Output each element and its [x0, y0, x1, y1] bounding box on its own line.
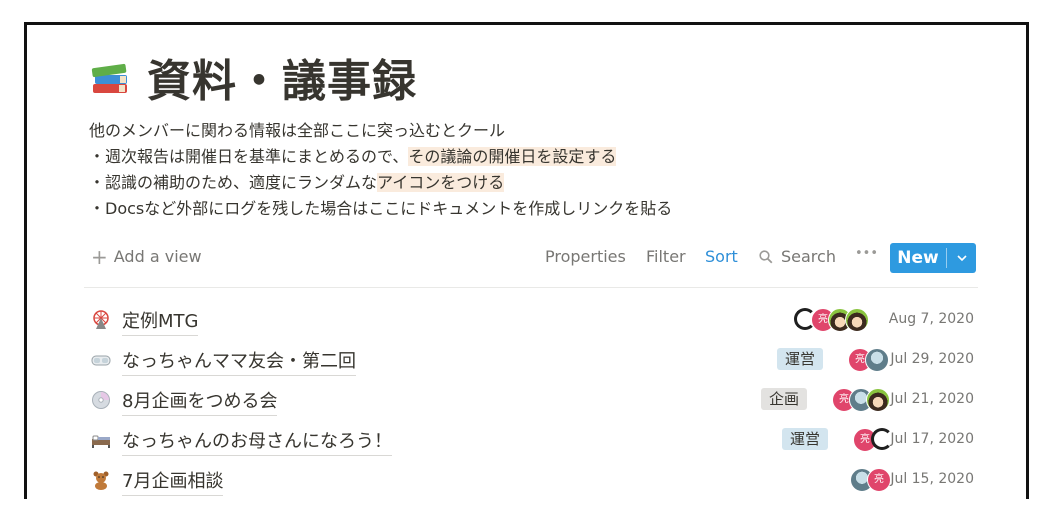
row-title[interactable]: 8月企画をつめる会 — [122, 387, 278, 416]
list-item[interactable]: 8月企画をつめる会 企画 亮 Jul 21, 2020 — [89, 382, 978, 416]
assignees: 亮 — [848, 348, 896, 372]
ferris-wheel-icon — [93, 310, 109, 329]
teddy-bear-icon — [93, 471, 109, 490]
search-icon — [759, 249, 773, 263]
list-item[interactable]: なっちゃんのお母さんになろう！ 運営 亮 Jul 17, 2020 — [89, 422, 978, 456]
more-options-button[interactable]: ••• — [855, 246, 878, 261]
status-badge: 企画 — [761, 388, 808, 410]
avatar — [866, 388, 890, 412]
new-button[interactable]: New — [890, 243, 976, 273]
filter-button[interactable]: Filter — [646, 247, 686, 266]
bed-icon — [92, 435, 110, 448]
status-badge: 運営 — [777, 348, 824, 370]
new-button-label[interactable]: New — [890, 243, 946, 273]
list-item[interactable]: なっちゃんママ友会・第二回 運営 亮 Jul 29, 2020 — [89, 342, 978, 376]
row-date: Aug 7, 2020 — [888, 311, 974, 327]
row-date: Jul 15, 2020 — [890, 471, 974, 487]
notion-page: 資料・議事録 他のメンバーに関わる情報は全部ここに突っ込むとクール ・週次報告は… — [24, 22, 1029, 499]
cd-icon — [92, 391, 110, 409]
list-item[interactable]: 定例MTG 亮 Aug 7, 2020 — [89, 302, 978, 336]
description-text: ・認識の補助のため、適度にランダムな — [89, 173, 378, 192]
description-text: 他のメンバーに関わる情報は全部ここに突っ込むとクール — [89, 121, 506, 140]
add-view-label: Add a view — [113, 247, 202, 266]
highlighted-text: その議論の開催日を設定する — [408, 147, 617, 166]
toolbar-divider — [84, 287, 978, 288]
row-date: Jul 17, 2020 — [890, 431, 974, 447]
avatar — [865, 348, 889, 372]
books-icon[interactable] — [89, 56, 131, 98]
assignees: 亮 — [794, 308, 874, 332]
add-view-button[interactable]: + Add a view — [91, 244, 202, 269]
description-line: ・週次報告は開催日を基準にまとめるので、その議論の開催日を設定する — [89, 144, 672, 170]
goggles-icon — [91, 355, 111, 366]
properties-button[interactable]: Properties — [545, 247, 626, 266]
avatar — [845, 308, 869, 332]
row-title[interactable]: 定例MTG — [122, 307, 199, 336]
description-line: ・Docsなど外部にログを残した場合はここにドキュメントを作成しリンクを貼る — [89, 196, 672, 222]
page-description: 他のメンバーに関わる情報は全部ここに突っ込むとクール ・週次報告は開催日を基準に… — [89, 118, 672, 222]
page-title[interactable]: 資料・議事録 — [147, 45, 417, 109]
row-title[interactable]: 7月企画相談 — [122, 467, 224, 496]
chevron-down-icon[interactable] — [947, 243, 976, 273]
avatar: 亮 — [867, 468, 891, 492]
row-date: Jul 21, 2020 — [890, 391, 974, 407]
assignees: 亮 — [832, 388, 896, 412]
sort-button[interactable]: Sort — [705, 247, 738, 266]
description-line: 他のメンバーに関わる情報は全部ここに突っ込むとクール — [89, 118, 672, 144]
row-date: Jul 29, 2020 — [890, 351, 974, 367]
description-text: ・Docsなど外部にログを残した場合はここにドキュメントを作成しリンクを貼る — [89, 199, 673, 218]
list-item[interactable]: 7月企画相談 亮 Jul 15, 2020 — [89, 462, 978, 496]
row-title[interactable]: なっちゃんママ友会・第二回 — [122, 347, 356, 376]
description-line: ・認識の補助のため、適度にランダムなアイコンをつける — [89, 170, 672, 196]
search-label: Search — [781, 247, 836, 266]
row-title[interactable]: なっちゃんのお母さんになろう！ — [122, 427, 392, 456]
database-toolbar: + Add a view Properties Filter Sort Sear… — [89, 243, 978, 273]
description-text: ・週次報告は開催日を基準にまとめるので、 — [89, 147, 409, 166]
search-button[interactable]: Search — [759, 247, 836, 266]
status-badge: 運営 — [782, 428, 829, 450]
highlighted-text: アイコンをつける — [377, 173, 505, 192]
plus-icon: + — [91, 244, 108, 269]
page-header: 資料・議事録 — [89, 45, 417, 109]
